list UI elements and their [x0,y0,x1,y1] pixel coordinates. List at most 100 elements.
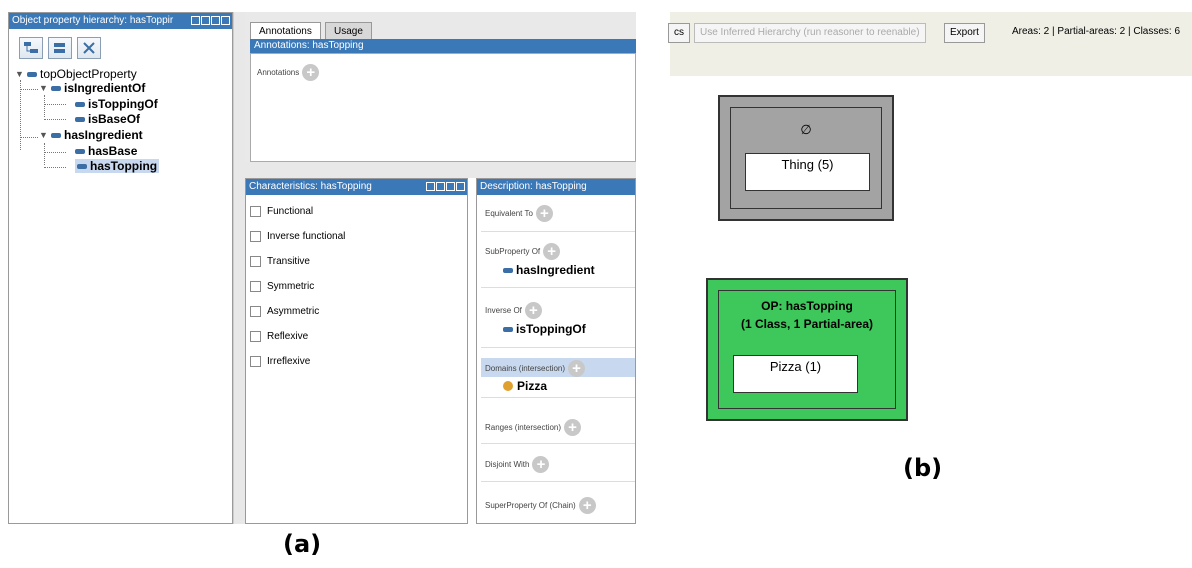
checkbox[interactable] [250,356,261,367]
characteristic-label: Reflexive [267,331,309,342]
characteristic-label: Inverse functional [267,231,346,242]
root-area-inner: ∅ Thing (5) [730,107,882,209]
add-range-icon[interactable]: + [564,419,582,436]
property-icon [503,326,513,332]
subproperty-value-label: hasIngredient [516,263,595,277]
figure-label-a: (a) [283,530,322,558]
op-area-title-line: OP: hasTopping [761,299,853,313]
root-area-box[interactable]: ∅ Thing (5) [718,95,894,221]
add-subproperty-button[interactable] [19,37,43,59]
window-minimize-icon[interactable] [436,182,445,191]
property-icon [51,85,61,91]
hierarchy-title-text: Object property hierarchy: hasToppir [12,15,174,26]
tab-usage[interactable]: Usage [325,22,372,39]
window-restore-icon[interactable] [191,16,200,25]
inverse-of-row: Inverse Of + [485,302,542,319]
expand-toggle-icon[interactable]: ▼ [15,69,27,79]
property-icon [77,163,87,169]
checkbox[interactable] [250,206,261,217]
tree-node-is-base-of[interactable]: isBaseOf [75,112,140,126]
op-area-subtitle: (1 Class, 1 Partial-area) [740,317,874,331]
characteristic-label: Functional [267,206,314,217]
tree-node-label: hasIngredient [64,128,143,142]
characteristic-label: Transitive [267,256,310,267]
tree-node-label: isToppingOf [88,97,158,111]
subproperty-of-row: SubProperty Of + [485,243,561,260]
tree-node-has-base[interactable]: hasBase [75,144,137,158]
window-close-icon[interactable] [221,16,230,25]
checkbox[interactable] [250,306,261,317]
object-property-hierarchy-panel: Object property hierarchy: hasToppir ▼ t… [8,12,233,524]
window-close-icon[interactable] [456,182,465,191]
op-area-box[interactable]: OP: hasTopping (1 Class, 1 Partial-area)… [706,278,908,421]
characteristic-irreflexive[interactable]: Irreflexive [250,356,310,367]
characteristic-reflexive[interactable]: Reflexive [250,331,308,342]
checkbox[interactable] [250,331,261,342]
superproperty-chain-row: SuperProperty Of (Chain) + [485,497,596,514]
description-header: Description: hasTopping [477,179,635,195]
add-domain-icon[interactable]: + [568,360,586,377]
annotations-label: Annotations [257,68,300,77]
add-subproperty-of-icon[interactable]: + [543,243,561,260]
empty-set-symbol: ∅ [800,122,812,137]
partial-button[interactable]: cs [668,23,690,43]
tree-node-top-object-property[interactable]: ▼ topObjectProperty [15,67,137,81]
tree-node-has-ingredient[interactable]: ▼ hasIngredient [39,128,143,142]
add-chain-icon[interactable]: + [578,497,596,514]
inverse-value-label: isToppingOf [516,322,586,336]
delete-property-button[interactable] [77,37,101,59]
inverse-of-value[interactable]: isToppingOf [503,322,586,336]
tree-node-label: hasBase [88,144,138,158]
characteristic-asymmetric[interactable]: Asymmetric [250,306,319,317]
characteristic-label: Asymmetric [267,306,320,317]
tree-node-has-topping-selected[interactable]: hasTopping [75,159,160,173]
subproperty-of-label: SubProperty Of [485,247,541,256]
property-icon [27,71,37,77]
tree-node-label: isBaseOf [88,112,141,126]
tree-node-label: topObjectProperty [40,67,137,81]
class-icon [503,381,513,391]
add-sibling-property-button[interactable] [48,37,72,59]
figure-label-b: (b) [903,454,943,482]
characteristic-inverse-functional[interactable]: Inverse functional [250,231,345,242]
annotations-body: Annotations + [250,53,636,162]
window-restore-icon[interactable] [426,182,435,191]
window-controls [191,16,230,25]
window-maximize-icon[interactable] [211,16,220,25]
characteristic-transitive[interactable]: Transitive [250,256,310,267]
tree-node-is-topping-of[interactable]: isToppingOf [75,97,158,111]
export-button[interactable]: Export [944,23,985,43]
tab-annotations[interactable]: Annotations [250,22,321,39]
property-icon [75,148,85,154]
equivalent-to-label: Equivalent To [485,209,533,218]
window-maximize-icon[interactable] [446,182,455,191]
description-panel: Description: hasTopping Equivalent To + … [476,178,636,524]
add-disjoint-icon[interactable]: + [532,456,550,473]
abn-stats: Areas: 2 | Partial-areas: 2 | Classes: 6 [1012,26,1181,37]
splitter[interactable] [233,12,245,524]
add-subproperty-icon [24,42,38,53]
thing-partial-area[interactable]: Thing (5) [745,153,870,191]
splitter[interactable] [245,162,636,178]
window-minimize-icon[interactable] [201,16,210,25]
property-icon [75,101,85,107]
abn-toolbar: cs Use Inferred Hierarchy (run reasoner … [668,12,1192,76]
use-inferred-hierarchy-button[interactable]: Use Inferred Hierarchy (run reasoner to … [694,23,926,43]
add-equivalent-icon[interactable]: + [535,205,553,222]
expand-toggle-icon[interactable]: ▼ [39,83,51,93]
op-area-inner: OP: hasTopping (1 Class, 1 Partial-area)… [718,290,896,409]
checkbox[interactable] [250,256,261,267]
characteristic-functional[interactable]: Functional [250,206,313,217]
characteristic-symmetric[interactable]: Symmetric [250,281,314,292]
domains-value[interactable]: Pizza [503,379,547,393]
checkbox[interactable] [250,231,261,242]
expand-toggle-icon[interactable]: ▼ [39,130,51,140]
tree-node-label: hasTopping [90,159,158,173]
subproperty-of-value[interactable]: hasIngredient [503,263,595,277]
checkbox[interactable] [250,281,261,292]
add-inverse-icon[interactable]: + [524,302,542,319]
inverse-of-label: Inverse Of [485,306,522,315]
add-annotation-icon[interactable]: + [302,64,320,81]
pizza-partial-area[interactable]: Pizza (1) [733,355,858,393]
tree-node-is-ingredient-of[interactable]: ▼ isIngredientOf [39,81,145,95]
